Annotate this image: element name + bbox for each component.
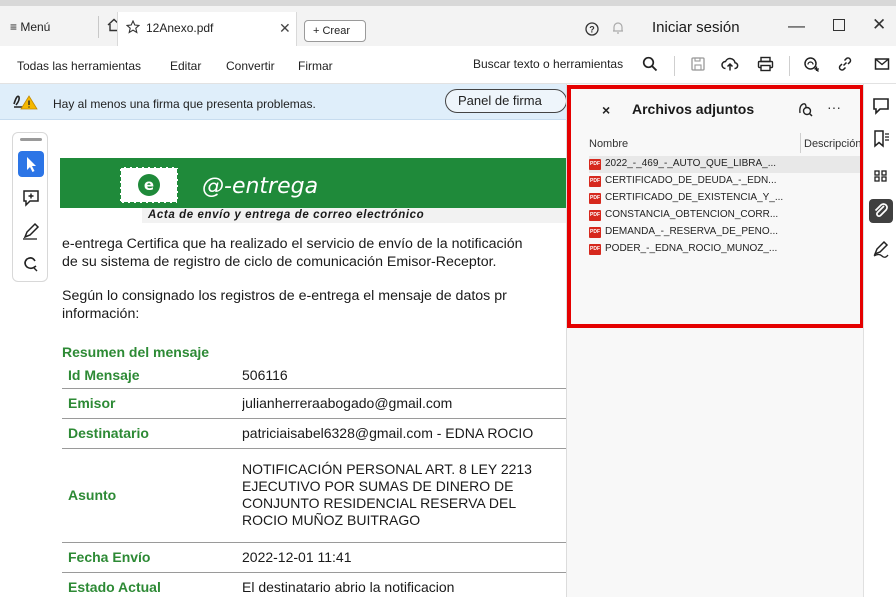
row-key: Estado Actual xyxy=(62,572,242,597)
svg-text:e: e xyxy=(144,176,154,194)
signature-warning-icon xyxy=(13,95,38,110)
row-key: Emisor xyxy=(62,388,242,419)
link-icon[interactable] xyxy=(837,56,853,72)
divider xyxy=(789,56,790,76)
tab-label: 12Anexo.pdf xyxy=(146,21,214,35)
freehand-button[interactable] xyxy=(18,251,44,277)
star-icon[interactable] xyxy=(126,20,140,34)
row-value: patriciaisabel6328@gmail.com - EDNA ROCI… xyxy=(242,418,566,449)
svg-text:?: ? xyxy=(589,25,595,35)
close-tab-icon[interactable]: ✕ xyxy=(279,20,291,37)
table-row: Fecha Envío 2022-12-01 11:41 xyxy=(62,542,566,573)
all-tools-menu[interactable]: Todas las herramientas xyxy=(17,59,141,73)
save-icon[interactable] xyxy=(690,56,706,72)
signature-warning-bar: Hay al menos una firma que presenta prob… xyxy=(0,84,567,120)
row-value: julianherreraabogado@gmail.com xyxy=(242,388,566,419)
right-tool-rail xyxy=(863,84,896,597)
divider xyxy=(98,16,99,38)
brand-name: @-entrega xyxy=(202,174,319,199)
row-key: Destinatario xyxy=(62,418,242,449)
freehand-icon xyxy=(24,257,38,272)
row-value-line: NOTIFICACIÓN PERSONAL ART. 8 LEY 2213 xyxy=(242,461,532,477)
draw-button[interactable] xyxy=(18,218,44,244)
search-icon[interactable] xyxy=(642,56,658,72)
main-toolbar: Todas las herramientas Editar Convertir … xyxy=(0,46,896,84)
row-value-line: ROCIO MUÑOZ BUITRAGO xyxy=(242,512,421,528)
paragraph-line: información: xyxy=(62,306,140,322)
sign-in-link[interactable]: Iniciar sesión xyxy=(652,19,740,36)
paragraph-line: Según lo consignado los registros de e-e… xyxy=(62,288,507,304)
summary-heading: Resumen del mensaje xyxy=(62,344,210,360)
create-button[interactable]: + Crear xyxy=(304,20,366,42)
sign-menu[interactable]: Firmar xyxy=(298,59,333,73)
comments-panel-button[interactable] xyxy=(869,94,893,118)
highlight-annotation-box xyxy=(567,85,864,328)
bookmarks-panel-button[interactable] xyxy=(869,127,893,151)
cursor-icon xyxy=(27,157,36,172)
signature-panel-button[interactable]: Panel de firma xyxy=(445,89,567,113)
row-key: Id Mensaje xyxy=(62,363,242,389)
select-tool-button[interactable] xyxy=(18,151,44,177)
close-window-icon[interactable]: ✕ xyxy=(872,15,886,35)
row-value-line: EJECUTIVO POR SUMAS DE DINERO DE xyxy=(242,478,514,494)
row-value: 506116 xyxy=(242,363,566,389)
divider xyxy=(674,56,675,76)
edit-menu[interactable]: Editar xyxy=(170,59,201,73)
signature-pen-icon xyxy=(873,240,889,258)
find-text-icon[interactable] xyxy=(803,56,820,73)
drag-handle[interactable] xyxy=(20,138,42,141)
message-summary-table: Id Mensaje 506116 Emisor julianherreraab… xyxy=(62,363,566,597)
row-value: El destinatario abrio la notificacion xyxy=(242,572,566,597)
add-comment-button[interactable] xyxy=(18,185,44,211)
paperclip-icon xyxy=(874,203,888,217)
paragraph-line: e-entrega Certifica que ha realizado el … xyxy=(62,236,523,252)
document-page: e @-entrega Acta de envío y entrega de c… xyxy=(52,120,566,597)
row-key: Fecha Envío xyxy=(62,542,242,573)
print-icon[interactable] xyxy=(757,56,774,72)
paragraph-line: de su sistema de registro de ciclo de co… xyxy=(62,254,497,270)
upload-cloud-icon[interactable] xyxy=(721,56,739,72)
table-row: Emisor julianherreraabogado@gmail.com xyxy=(62,388,566,419)
help-icon[interactable]: ? xyxy=(585,22,599,36)
row-value: NOTIFICACIÓN PERSONAL ART. 8 LEY 2213 EJ… xyxy=(242,448,566,543)
mail-icon[interactable] xyxy=(874,56,890,72)
document-tab[interactable]: 12Anexo.pdf ✕ xyxy=(117,12,297,48)
convert-menu[interactable]: Convertir xyxy=(226,59,275,73)
comment-icon xyxy=(873,98,889,115)
table-row: Estado Actual El destinatario abrio la n… xyxy=(62,572,566,597)
e-entrega-banner: e @-entrega Acta de envío y entrega de c… xyxy=(60,158,566,223)
maximize-icon[interactable] xyxy=(833,19,845,31)
table-row: Destinatario patriciaisabel6328@gmail.co… xyxy=(62,418,566,449)
grid-icon xyxy=(874,170,887,182)
thumbnails-panel-button[interactable] xyxy=(869,164,893,188)
search-tools-field[interactable]: Buscar texto o herramientas xyxy=(473,57,623,71)
table-row: Id Mensaje 506116 xyxy=(62,363,566,389)
attachments-panel-button[interactable] xyxy=(869,199,893,223)
menu-button[interactable]: ≡ Menú xyxy=(10,20,50,34)
quick-tools-bar xyxy=(12,132,48,282)
bell-icon[interactable] xyxy=(612,21,624,35)
title-bar: ≡ Menú 12Anexo.pdf ✕ + Crear ? Iniciar s… xyxy=(0,0,896,48)
row-key: Asunto xyxy=(62,448,242,543)
banner-subtitle: Acta de envío y entrega de correo electr… xyxy=(148,209,425,221)
table-row: Asunto NOTIFICACIÓN PERSONAL ART. 8 LEY … xyxy=(62,448,566,543)
e-entrega-logo: e xyxy=(119,166,179,204)
bookmark-icon xyxy=(874,130,889,148)
warning-message: Hay al menos una firma que presenta prob… xyxy=(53,97,316,111)
add-comment-icon xyxy=(23,190,39,207)
row-value: 2022-12-01 11:41 xyxy=(242,542,566,573)
pen-icon xyxy=(23,222,40,240)
signatures-panel-button[interactable] xyxy=(869,236,893,260)
row-value-line: CONJUNTO RESIDENCIAL RESERVA DEL xyxy=(242,495,517,511)
minimize-icon[interactable]: — xyxy=(788,16,805,36)
